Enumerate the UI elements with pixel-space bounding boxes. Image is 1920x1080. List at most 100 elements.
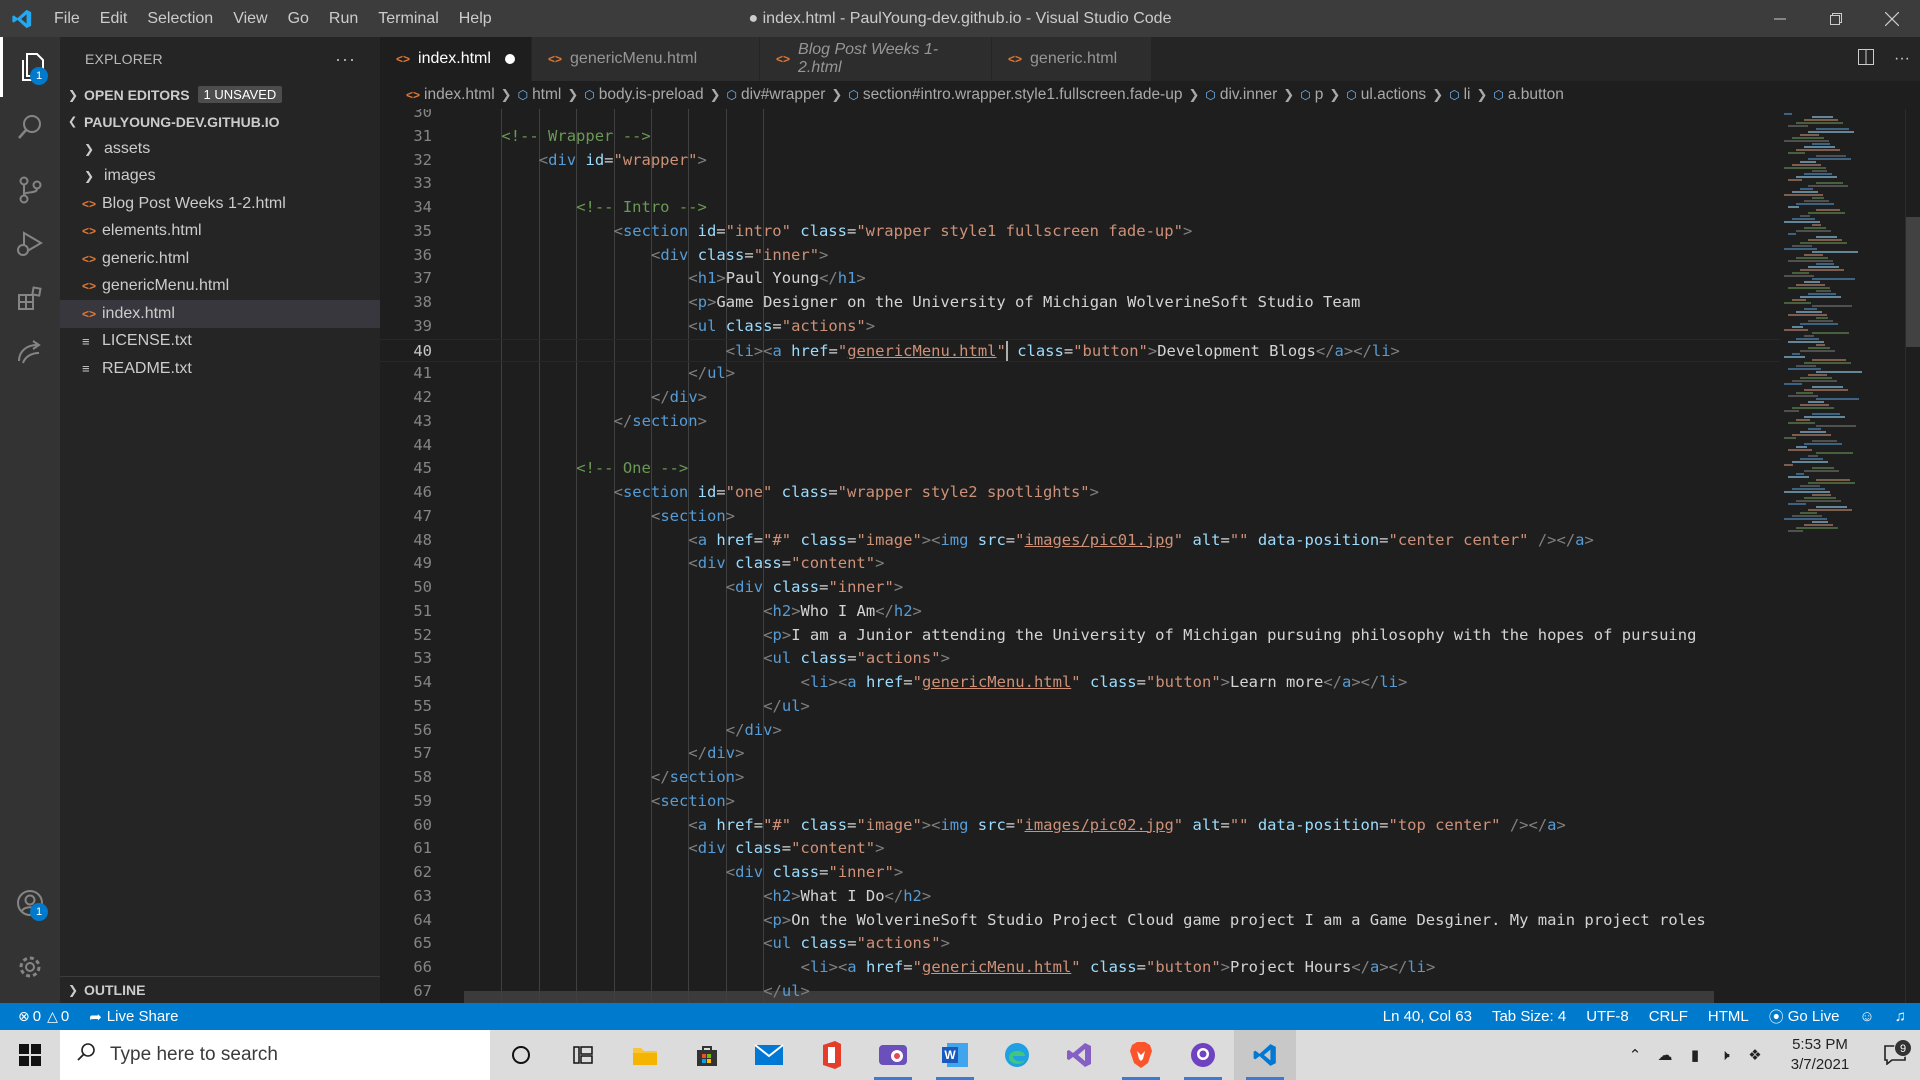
tree-item-blog-post[interactable]: <> Blog Post Weeks 1-2.html	[60, 190, 380, 218]
cortana-icon[interactable]	[490, 1030, 552, 1080]
open-editors-section[interactable]: ❯ OPEN EDITORS 1 UNSAVED	[60, 81, 380, 108]
scrollbar-thumb[interactable]	[1906, 217, 1920, 347]
restore-button[interactable]	[1808, 0, 1864, 37]
office-icon[interactable]	[800, 1030, 862, 1080]
store-icon[interactable]	[676, 1030, 738, 1080]
file-explorer-icon[interactable]	[614, 1030, 676, 1080]
menu-view[interactable]: View	[223, 0, 277, 37]
battery-icon[interactable]: ▮	[1680, 1046, 1710, 1064]
code-line[interactable]: 43 </section>	[380, 410, 1780, 434]
code-line[interactable]: 37 <h1>Paul Young</h1>	[380, 267, 1780, 291]
code-line[interactable]: 50 <div class="inner">	[380, 576, 1780, 600]
menu-file[interactable]: File	[44, 0, 90, 37]
code-line[interactable]: 36 <div class="inner">	[380, 244, 1780, 268]
encoding[interactable]: UTF-8	[1576, 1003, 1639, 1030]
menu-terminal[interactable]: Terminal	[368, 0, 448, 37]
split-editor-icon[interactable]	[1848, 48, 1884, 70]
code-line[interactable]: 35 <section id="intro" class="wrapper sty…	[380, 220, 1780, 244]
code-line[interactable]: 65 <ul class="actions">	[380, 932, 1780, 956]
code-line[interactable]: 47 <section>	[380, 505, 1780, 529]
taskbar-search-input[interactable]: Type here to search	[60, 1030, 490, 1080]
feedback-icon[interactable]: ☺	[1849, 1003, 1884, 1030]
code-line[interactable]: 51 <h2>Who I Am</h2>	[380, 600, 1780, 624]
code-line[interactable]: 41 </ul>	[380, 362, 1780, 386]
chevron-up-icon[interactable]: ⌃	[1620, 1046, 1650, 1064]
code-editor[interactable]: 30 31 <!-- Wrapper --> 32 <div id="wrapper">…	[380, 109, 1920, 1003]
menu-go[interactable]: Go	[278, 0, 319, 37]
notifications-icon[interactable]: 9	[1870, 1039, 1920, 1065]
breadcrumb-item[interactable]: ⬡ li	[1449, 86, 1470, 104]
code-line[interactable]: 42 </div>	[380, 386, 1780, 410]
breadcrumb-item[interactable]: ⬡ div.inner	[1205, 86, 1277, 104]
word-icon[interactable]: W	[924, 1030, 986, 1080]
code-line[interactable]: 45 <!-- One -->	[380, 457, 1780, 481]
end-of-line[interactable]: CRLF	[1639, 1003, 1698, 1030]
menu-edit[interactable]: Edit	[90, 0, 138, 37]
vertical-scrollbar[interactable]	[1905, 109, 1920, 1003]
breadcrumb-item[interactable]: ⬡ p	[1300, 86, 1323, 104]
task-view-icon[interactable]	[552, 1030, 614, 1080]
tree-item-generic[interactable]: <> generic.html	[60, 245, 380, 273]
cursor-position[interactable]: Ln 40, Col 63	[1373, 1003, 1482, 1030]
code-line[interactable]: 34 <!-- Intro -->	[380, 196, 1780, 220]
code-line[interactable]: 40 <li><a href="genericMenu.html" class="…	[380, 338, 1780, 363]
tree-item-images[interactable]: ❯ images	[60, 163, 380, 191]
accounts-icon[interactable]: 1	[0, 873, 60, 933]
brave-icon[interactable]	[1110, 1030, 1172, 1080]
code-line[interactable]: 62 <div class="inner">	[380, 861, 1780, 885]
volume-muted-icon[interactable]: 🕨	[1710, 1047, 1740, 1064]
code-line[interactable]: 46 <section id="one" class="wrapper style…	[380, 481, 1780, 505]
outline-section[interactable]: ❯ OUTLINE	[60, 976, 380, 1003]
tree-item-elements[interactable]: <> elements.html	[60, 218, 380, 246]
tree-item-index[interactable]: <> index.html	[60, 300, 380, 328]
visual-studio-icon[interactable]	[1048, 1030, 1110, 1080]
more-actions-icon[interactable]: ···	[1884, 50, 1920, 68]
code-line[interactable]: 32 <div id="wrapper">	[380, 149, 1780, 173]
tree-item-assets[interactable]: ❯ assets	[60, 135, 380, 163]
gear-icon[interactable]	[0, 937, 60, 997]
breadcrumb-item[interactable]: <> index.html	[406, 86, 495, 104]
explorer-icon[interactable]: 1	[0, 37, 60, 97]
code-line[interactable]: 49 <div class="content">	[380, 552, 1780, 576]
run-debug-icon[interactable]	[0, 213, 60, 273]
menu-help[interactable]: Help	[449, 0, 502, 37]
close-window-button[interactable]	[1864, 0, 1920, 37]
go-live-button[interactable]: ⦿ Go Live	[1759, 1003, 1850, 1030]
tab-blog-post[interactable]: <> Blog Post Weeks 1-2.html	[760, 37, 992, 81]
github-desktop-icon[interactable]	[1172, 1030, 1234, 1080]
tab-index[interactable]: <> index.html	[380, 37, 532, 81]
tab-generic-menu[interactable]: <> genericMenu.html	[532, 37, 760, 81]
onedrive-icon[interactable]: ☁	[1650, 1046, 1680, 1064]
language-mode[interactable]: HTML	[1698, 1003, 1759, 1030]
breadcrumb-item[interactable]: ⬡ body.is-preload	[584, 86, 703, 104]
code-line[interactable]: 60 <a href="#" class="image"><img src="im…	[380, 814, 1780, 838]
menu-selection[interactable]: Selection	[137, 0, 223, 37]
clock[interactable]: 5:53 PM 3/7/2021	[1770, 1035, 1870, 1075]
code-line[interactable]: 39 <ul class="actions">	[380, 315, 1780, 339]
breadcrumb-item[interactable]: ⬡ section#intro.wrapper.style1.fullscreen…	[848, 86, 1182, 104]
tree-item-readme[interactable]: ≡ README.txt	[60, 355, 380, 383]
code-line[interactable]: 64 <p>On the WolverineSoft Studio Project…	[380, 909, 1780, 933]
tab-size[interactable]: Tab Size: 4	[1482, 1003, 1576, 1030]
folder-section[interactable]: ❮ PAULYOUNG-DEV.GITHUB.IO	[60, 108, 380, 135]
source-control-icon[interactable]	[0, 160, 60, 220]
code-line[interactable]: 30	[380, 109, 1780, 125]
dropbox-icon[interactable]: ❖	[1740, 1046, 1770, 1064]
minimap[interactable]	[1782, 109, 1902, 1003]
live-share-icon[interactable]	[0, 323, 60, 383]
edge-icon[interactable]	[986, 1030, 1048, 1080]
breadcrumb-item[interactable]: ⬡ div#wrapper	[727, 86, 826, 104]
extensions-icon[interactable]	[0, 269, 60, 329]
tree-item-license[interactable]: ≡ LICENSE.txt	[60, 328, 380, 356]
bell-icon[interactable]: ♫	[1885, 1003, 1920, 1030]
code-line[interactable]: 61 <div class="content">	[380, 837, 1780, 861]
code-line[interactable]: 66 <li><a href="genericMenu.html" class="…	[380, 956, 1780, 980]
code-line[interactable]: 33	[380, 172, 1780, 196]
code-line[interactable]: 63 <h2>What I Do</h2>	[380, 885, 1780, 909]
breadcrumb-item[interactable]: ⬡ html	[518, 86, 562, 104]
code-line[interactable]: 44	[380, 434, 1780, 458]
code-line[interactable]: 55 </ul>	[380, 695, 1780, 719]
code-line[interactable]: 53 <ul class="actions">	[380, 647, 1780, 671]
code-line[interactable]: 48 <a href="#" class="image"><img src="im…	[380, 529, 1780, 553]
code-line[interactable]: 38 <p>Game Designer on the University of …	[380, 291, 1780, 315]
